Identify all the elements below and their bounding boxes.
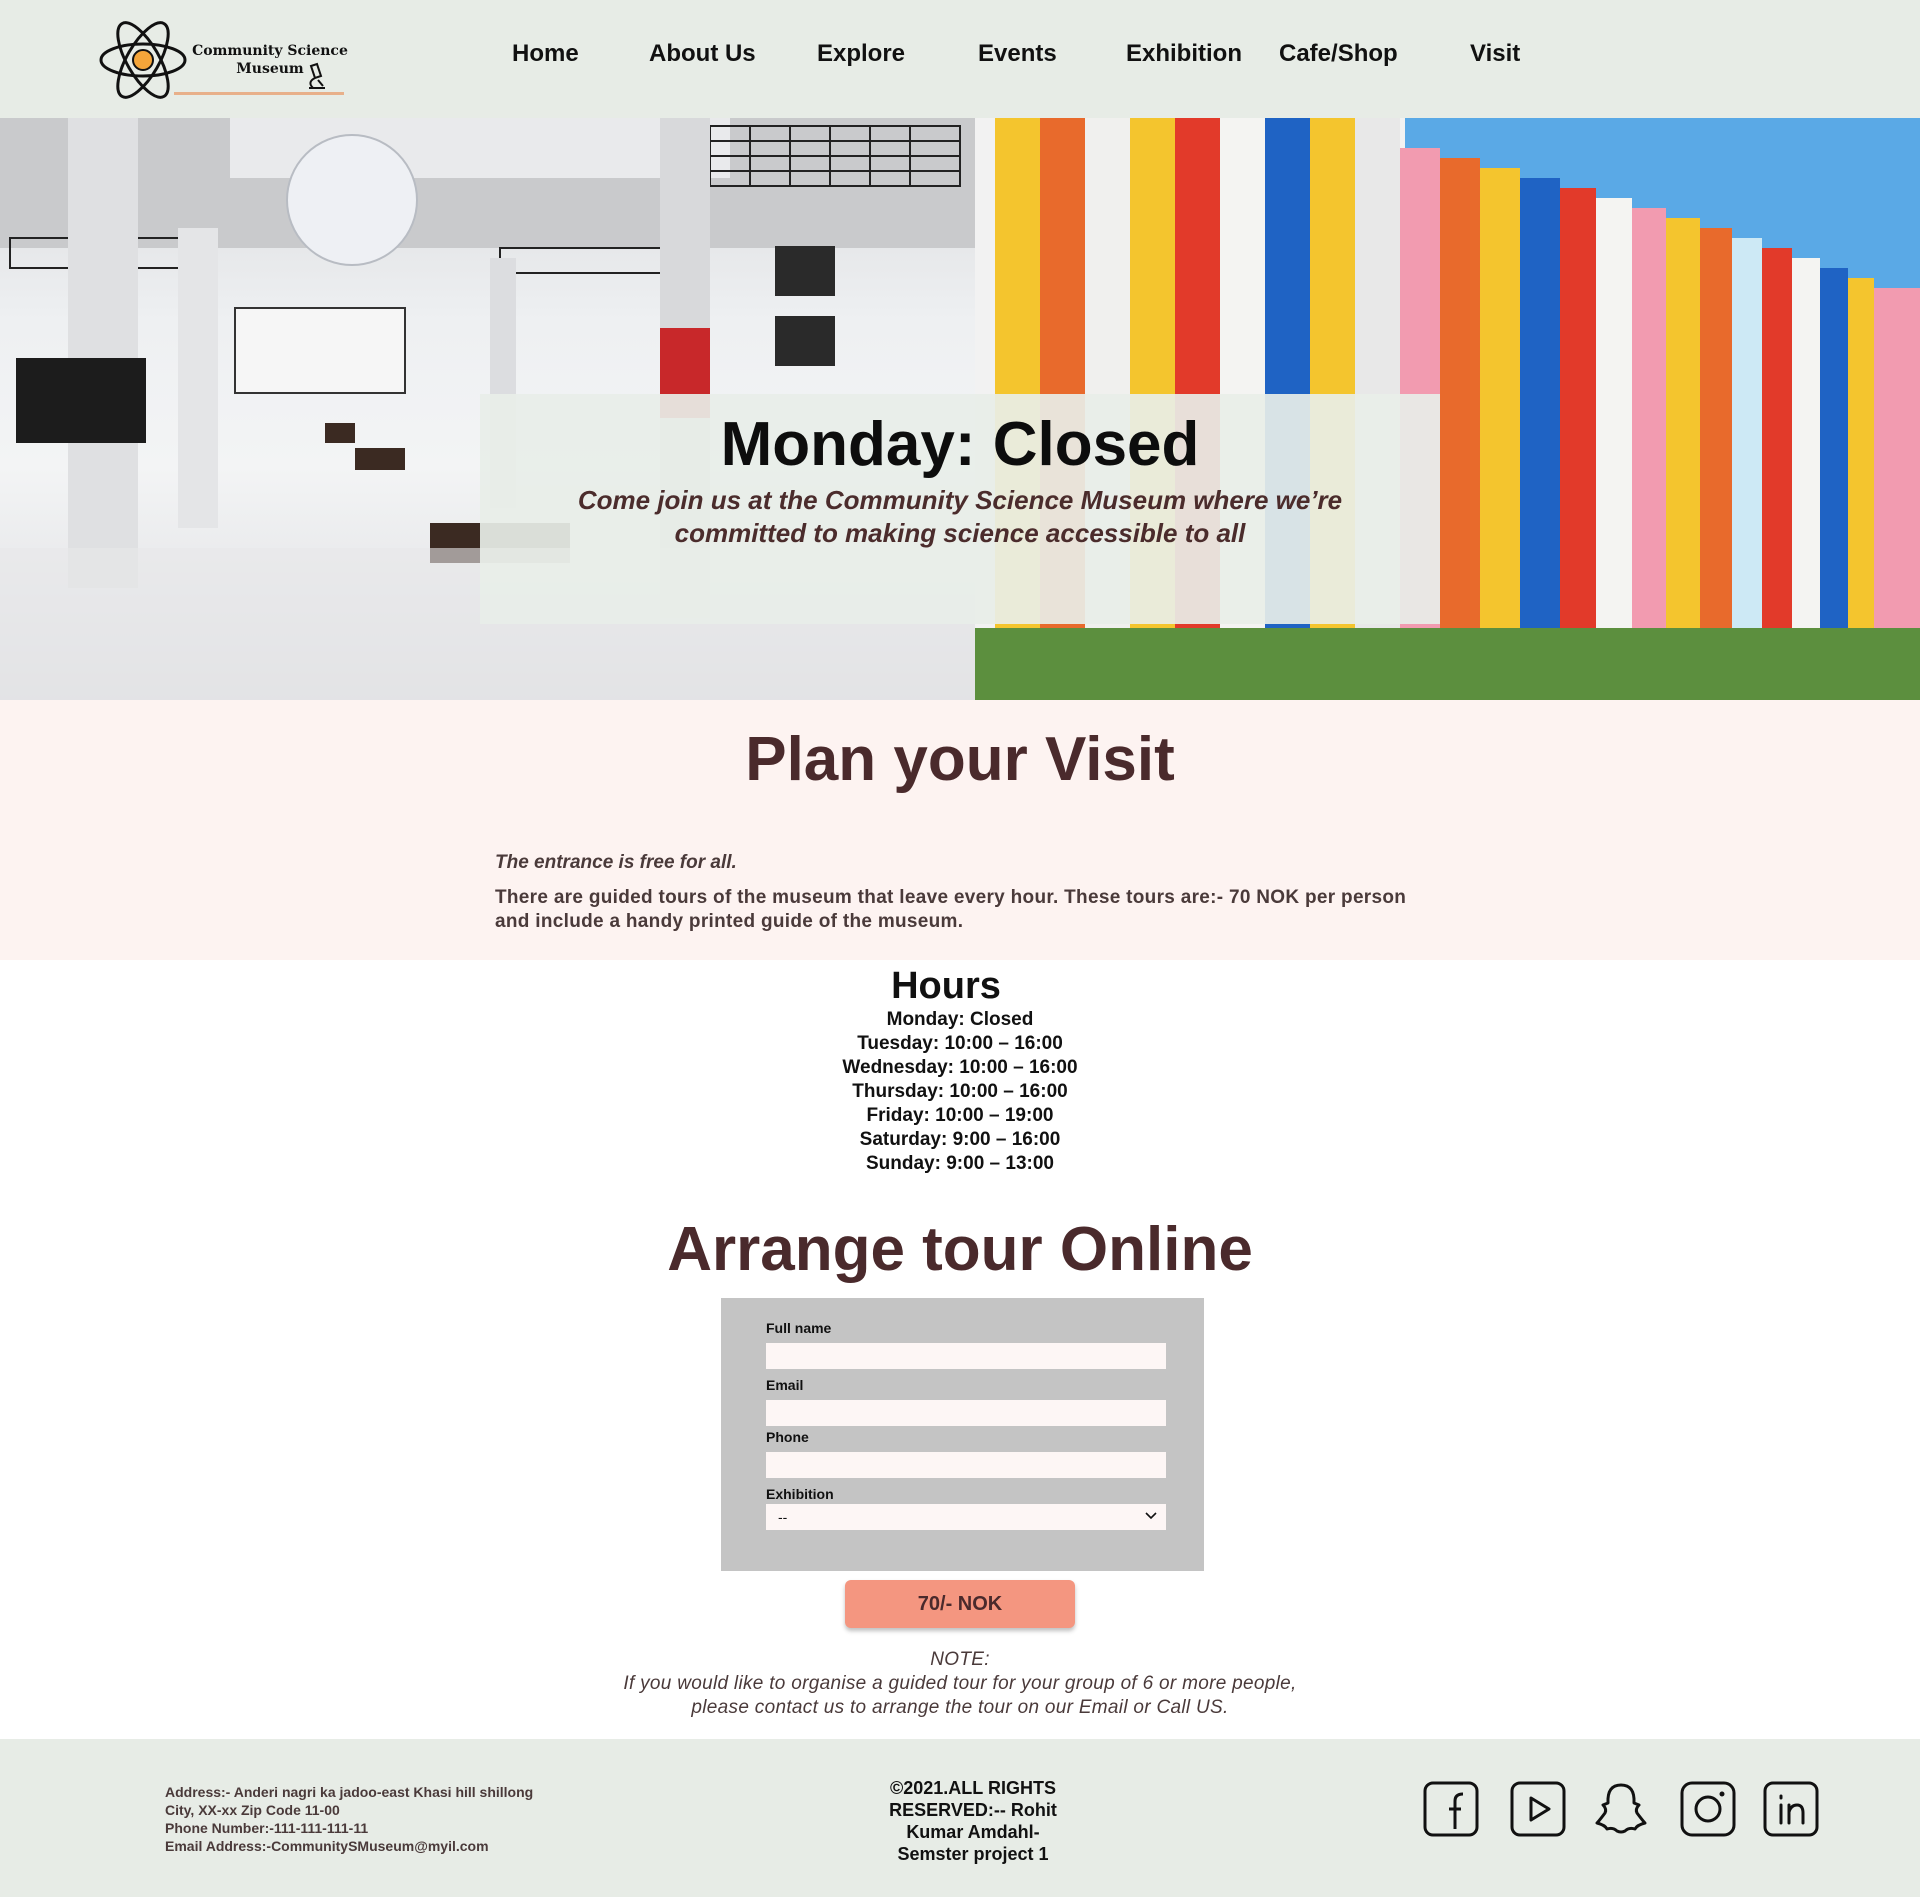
linkedin-icon[interactable]: [1763, 1781, 1819, 1837]
note-title: NOTE:: [930, 1649, 990, 1670]
email-input[interactable]: [766, 1400, 1166, 1426]
pay-tour-button[interactable]: 70/- NOK: [845, 1580, 1075, 1628]
note-line-1: If you would like to organise a guided t…: [623, 1673, 1297, 1694]
nav-about-us[interactable]: About Us: [649, 40, 756, 68]
full-name-label: Full name: [766, 1320, 832, 1336]
footer-phone: Phone Number:-111-111-111-11: [165, 1820, 369, 1836]
hero-info-panel: Monday: Closed Come join us at the Commu…: [480, 394, 1440, 624]
plan-visit-section: Plan your Visit The entrance is free for…: [0, 700, 1920, 960]
phone-input[interactable]: [766, 1452, 1166, 1478]
hero-subtitle: Come join us at the Community Science Mu…: [577, 485, 1343, 548]
email-label: Email: [766, 1377, 804, 1393]
arrange-tour-title: Arrange tour Online: [667, 1215, 1253, 1284]
full-name-input[interactable]: [766, 1343, 1166, 1369]
exhibition-selected-value: --: [778, 1509, 788, 1525]
snapchat-icon[interactable]: [1593, 1781, 1649, 1837]
copyright-line-2: RESERVED:-- Rohit: [889, 1800, 1057, 1820]
instagram-icon[interactable]: [1680, 1781, 1736, 1837]
nav-cafe-shop[interactable]: Cafe/Shop: [1279, 40, 1398, 68]
exhibition-select[interactable]: --: [766, 1504, 1166, 1530]
main-nav: Home About Us Explore Events Exhibition …: [0, 40, 1920, 70]
facebook-icon[interactable]: [1423, 1781, 1479, 1837]
hours-list: Monday: Closed Tuesday: 10:00 – 16:00 We…: [0, 1008, 1920, 1176]
youtube-icon[interactable]: [1510, 1781, 1566, 1837]
nav-events[interactable]: Events: [978, 40, 1057, 68]
phone-label: Phone: [766, 1429, 809, 1445]
chevron-down-icon: [1145, 1512, 1157, 1520]
hours-sunday: Sunday: 9:00 – 13:00: [866, 1153, 1054, 1174]
entrance-free-text: The entrance is free for all.: [495, 852, 737, 873]
logo-underline: [174, 92, 344, 95]
nav-explore[interactable]: Explore: [817, 40, 905, 68]
hero-banner: Monday: Closed Come join us at the Commu…: [0, 118, 1920, 700]
footer-address: Address:- Anderi nagri ka jadoo-east Kha…: [165, 1784, 534, 1800]
footer-contact: Address:- Anderi nagri ka jadoo-east Kha…: [165, 1783, 533, 1855]
hours-title: Hours: [891, 965, 1001, 1007]
group-tour-note: NOTE: If you would like to organise a gu…: [0, 1648, 1920, 1720]
nav-visit[interactable]: Visit: [1470, 40, 1520, 68]
copyright-line-1: ©2021.ALL RIGHTS: [890, 1778, 1056, 1798]
hours-tuesday: Tuesday: 10:00 – 16:00: [857, 1033, 1063, 1054]
tour-booking-form: Full name Email Phone Exhibition --: [721, 1298, 1204, 1571]
hours-saturday: Saturday: 9:00 – 16:00: [859, 1129, 1061, 1150]
hours-friday: Friday: 10:00 – 19:00: [866, 1105, 1054, 1126]
copyright-line-4: Semster project 1: [897, 1844, 1049, 1864]
hours-wednesday: Wednesday: 10:00 – 16:00: [842, 1057, 1078, 1078]
hero-title: Monday: Closed: [720, 410, 1200, 479]
site-header: Community Science Museum Home About Us E…: [0, 0, 1920, 118]
nav-home[interactable]: Home: [512, 40, 579, 68]
copyright-line-3: Kumar Amdahl-: [906, 1822, 1040, 1842]
site-footer: Address:- Anderi nagri ka jadoo-east Kha…: [0, 1739, 1920, 1897]
plan-visit-title: Plan your Visit: [745, 725, 1175, 794]
footer-city: City, XX-xx Zip Code 11-00: [165, 1802, 340, 1818]
hours-thursday: Thursday: 10:00 – 16:00: [852, 1081, 1068, 1102]
note-line-2: please contact us to arrange the tour on…: [691, 1697, 1229, 1718]
hours-section: Hours Monday: Closed Tuesday: 10:00 – 16…: [0, 960, 1920, 1176]
hours-monday: Monday: Closed: [886, 1009, 1034, 1030]
nav-exhibition[interactable]: Exhibition: [1126, 40, 1242, 68]
footer-copyright: ©2021.ALL RIGHTS RESERVED:-- Rohit Kumar…: [873, 1777, 1073, 1865]
exhibition-label: Exhibition: [766, 1486, 834, 1502]
footer-email: Email Address:-CommunitySMuseum@myil.com: [165, 1838, 489, 1854]
guided-tours-text: There are guided tours of the museum tha…: [495, 887, 1407, 932]
